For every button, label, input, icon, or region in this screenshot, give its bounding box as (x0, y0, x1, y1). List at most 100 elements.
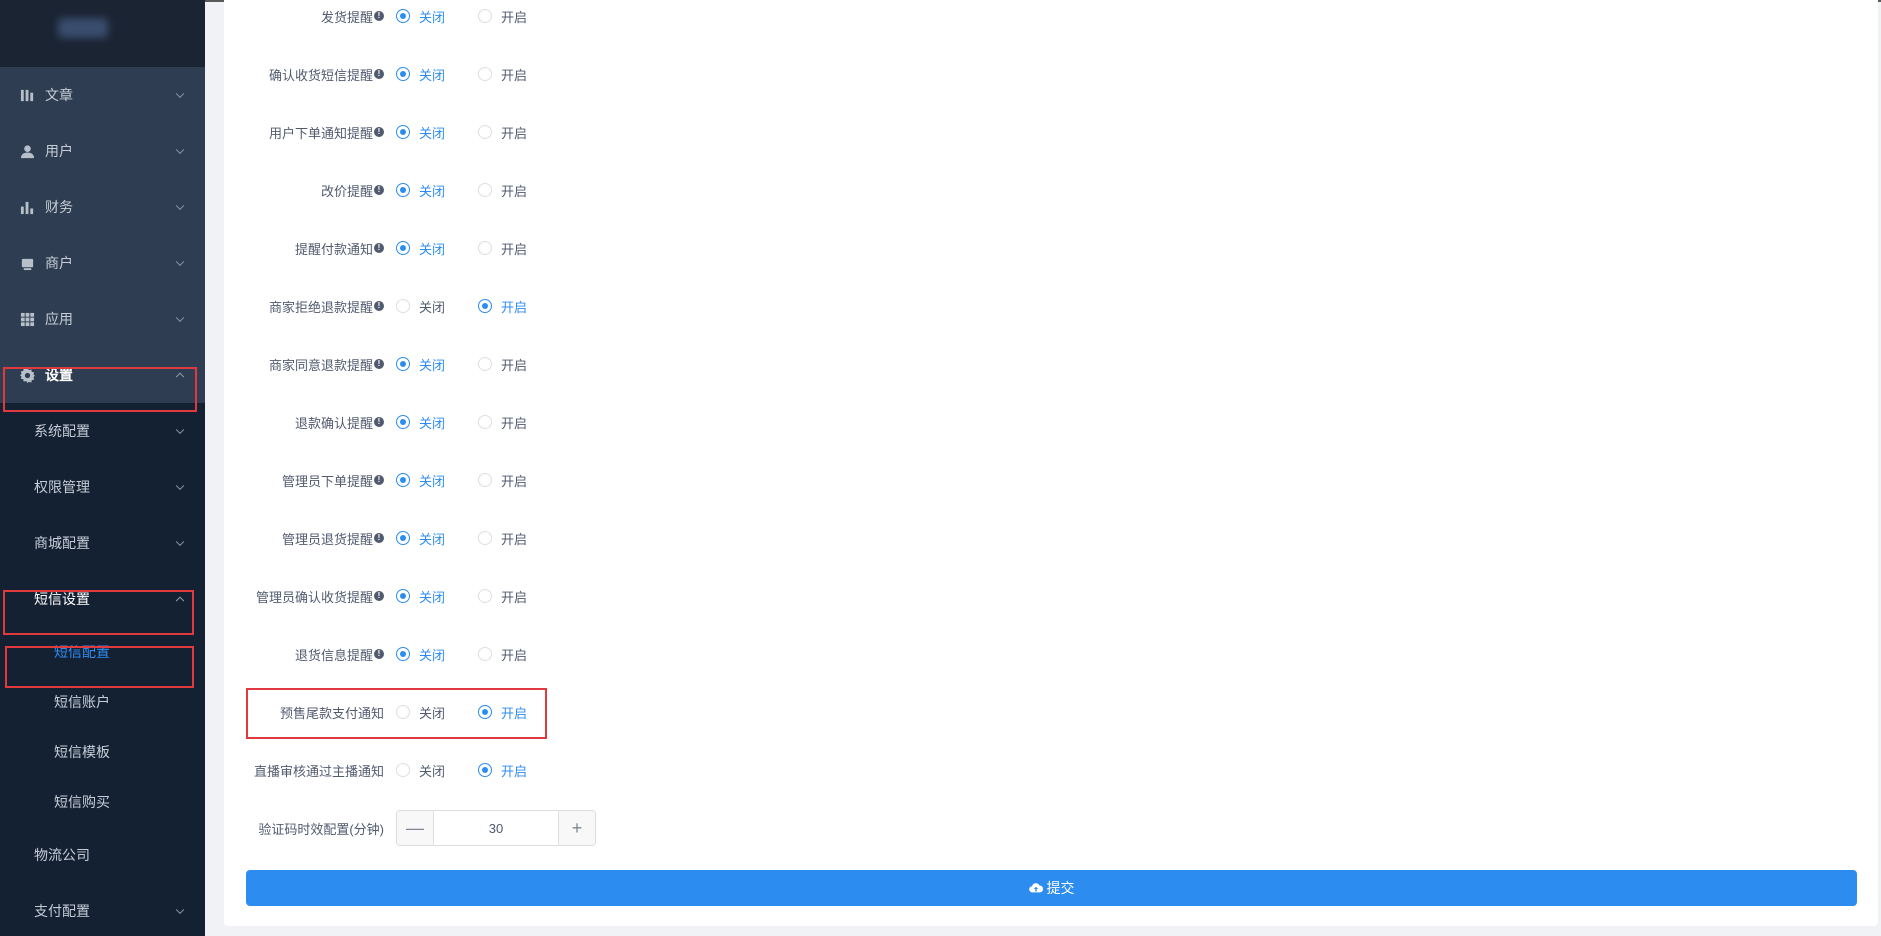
form-row-code-expiry: 验证码时效配置(分钟) — 30 + (224, 810, 596, 846)
radio-circle[interactable] (478, 705, 492, 719)
radio-circle[interactable] (396, 589, 410, 603)
info-icon[interactable]: ! (374, 591, 384, 601)
sidebar-item-payment-config[interactable]: 支付配置 (0, 883, 205, 936)
radio-on[interactable]: 开启 (478, 703, 527, 722)
sidebar-item-article[interactable]: 文章 (0, 67, 205, 123)
radio-circle[interactable] (478, 531, 492, 545)
radio-on[interactable]: 开启 (478, 413, 527, 432)
sidebar-item-mall-config[interactable]: 商城配置 (0, 515, 205, 571)
radio-circle[interactable] (478, 357, 492, 371)
sidebar-item-sms-settings[interactable]: 短信设置 (0, 571, 205, 627)
radio-circle[interactable] (478, 67, 492, 81)
info-icon[interactable]: ! (374, 127, 384, 137)
increment-button[interactable]: + (559, 811, 595, 845)
chevron-down-icon (175, 537, 185, 547)
radio-off[interactable]: 关闭 (396, 239, 478, 258)
info-icon[interactable]: ! (374, 475, 384, 485)
sidebar-item-logistics[interactable]: 物流公司 (0, 827, 205, 883)
radio-on[interactable]: 开启 (478, 761, 527, 780)
code-expiry-input[interactable]: 30 (433, 811, 559, 845)
sidebar-item-sms-template[interactable]: 短信模板 (0, 727, 205, 777)
radio-off[interactable]: 关闭 (396, 123, 478, 142)
store-icon (21, 258, 34, 270)
decrement-button[interactable]: — (397, 811, 433, 845)
radio-on[interactable]: 开启 (478, 355, 527, 374)
sidebar-item-permissions[interactable]: 权限管理 (0, 459, 205, 515)
radio-off[interactable]: 关闭 (396, 355, 478, 374)
form-label: 商家拒绝退款提醒! (224, 297, 384, 316)
radio-circle[interactable] (478, 299, 492, 313)
radio-circle[interactable] (396, 647, 410, 661)
radio-circle[interactable] (478, 183, 492, 197)
radio-on[interactable]: 开启 (478, 7, 527, 26)
radio-circle[interactable] (478, 647, 492, 661)
radio-off[interactable]: 关闭 (396, 471, 478, 490)
radio-on[interactable]: 开启 (478, 645, 527, 664)
info-icon[interactable]: ! (374, 69, 384, 79)
radio-on[interactable]: 开启 (478, 239, 527, 258)
radio-circle[interactable] (478, 125, 492, 139)
radio-circle[interactable] (478, 9, 492, 23)
radio-circle[interactable] (396, 299, 410, 313)
sidebar-item-user[interactable]: 用户 (0, 123, 205, 179)
radio-circle[interactable] (396, 763, 410, 777)
radio-off[interactable]: 关闭 (396, 7, 478, 26)
radio-label: 关闭 (419, 705, 446, 721)
radio-circle[interactable] (396, 9, 410, 23)
info-icon[interactable]: ! (374, 11, 384, 21)
radio-circle[interactable] (396, 357, 410, 371)
radio-circle[interactable] (478, 473, 492, 487)
sidebar-item-apps[interactable]: 应用 (0, 291, 205, 347)
radio-off[interactable]: 关闭 (396, 587, 478, 606)
info-icon[interactable]: ! (374, 533, 384, 543)
sidebar-item-store[interactable]: 商户 (0, 235, 205, 291)
radio-circle[interactable] (396, 473, 410, 487)
sidebar-item-system-config[interactable]: 系统配置 (0, 403, 205, 459)
radio-circle[interactable] (478, 763, 492, 777)
radio-circle[interactable] (396, 125, 410, 139)
sidebar-item-label: 应用 (45, 311, 73, 327)
sidebar-item-label: 支付配置 (34, 903, 90, 919)
radio-circle[interactable] (396, 531, 410, 545)
info-icon[interactable]: ! (374, 185, 384, 195)
radio-off[interactable]: 关闭 (396, 297, 478, 316)
radio-circle[interactable] (396, 183, 410, 197)
sidebar-item-finance[interactable]: 财务 (0, 179, 205, 235)
radio-label: 关闭 (419, 589, 446, 605)
sidebar-item-sms-account[interactable]: 短信账户 (0, 677, 205, 727)
radio-circle[interactable] (478, 241, 492, 255)
radio-off[interactable]: 关闭 (396, 761, 478, 780)
radio-circle[interactable] (478, 589, 492, 603)
radio-off[interactable]: 关闭 (396, 529, 478, 548)
info-icon[interactable]: ! (374, 417, 384, 427)
info-icon[interactable]: ! (374, 243, 384, 253)
code-expiry-stepper[interactable]: — 30 + (396, 810, 596, 846)
radio-off[interactable]: 关闭 (396, 645, 478, 664)
sidebar-item-sms-config[interactable]: 短信配置 (0, 627, 205, 677)
radio-circle[interactable] (396, 67, 410, 81)
radio-circle[interactable] (478, 415, 492, 429)
info-icon[interactable]: ! (374, 301, 384, 311)
radio-on[interactable]: 开启 (478, 587, 527, 606)
info-icon[interactable]: ! (374, 359, 384, 369)
form-label: 管理员下单提醒! (224, 471, 384, 490)
sidebar-item-label: 系统配置 (34, 423, 90, 439)
radio-circle[interactable] (396, 415, 410, 429)
sidebar-item-settings[interactable]: 设置 (0, 347, 205, 403)
logo[interactable] (0, 0, 205, 67)
radio-on[interactable]: 开启 (478, 123, 527, 142)
radio-on[interactable]: 开启 (478, 65, 527, 84)
radio-off[interactable]: 关闭 (396, 413, 478, 432)
radio-circle[interactable] (396, 705, 410, 719)
radio-on[interactable]: 开启 (478, 529, 527, 548)
radio-off[interactable]: 关闭 (396, 181, 478, 200)
info-icon[interactable]: ! (374, 649, 384, 659)
radio-off[interactable]: 关闭 (396, 703, 478, 722)
radio-on[interactable]: 开启 (478, 297, 527, 316)
submit-button[interactable]: 提交 (246, 870, 1857, 906)
sidebar-item-sms-purchase[interactable]: 短信购买 (0, 777, 205, 827)
radio-circle[interactable] (396, 241, 410, 255)
radio-off[interactable]: 关闭 (396, 65, 478, 84)
radio-on[interactable]: 开启 (478, 181, 527, 200)
radio-on[interactable]: 开启 (478, 471, 527, 490)
